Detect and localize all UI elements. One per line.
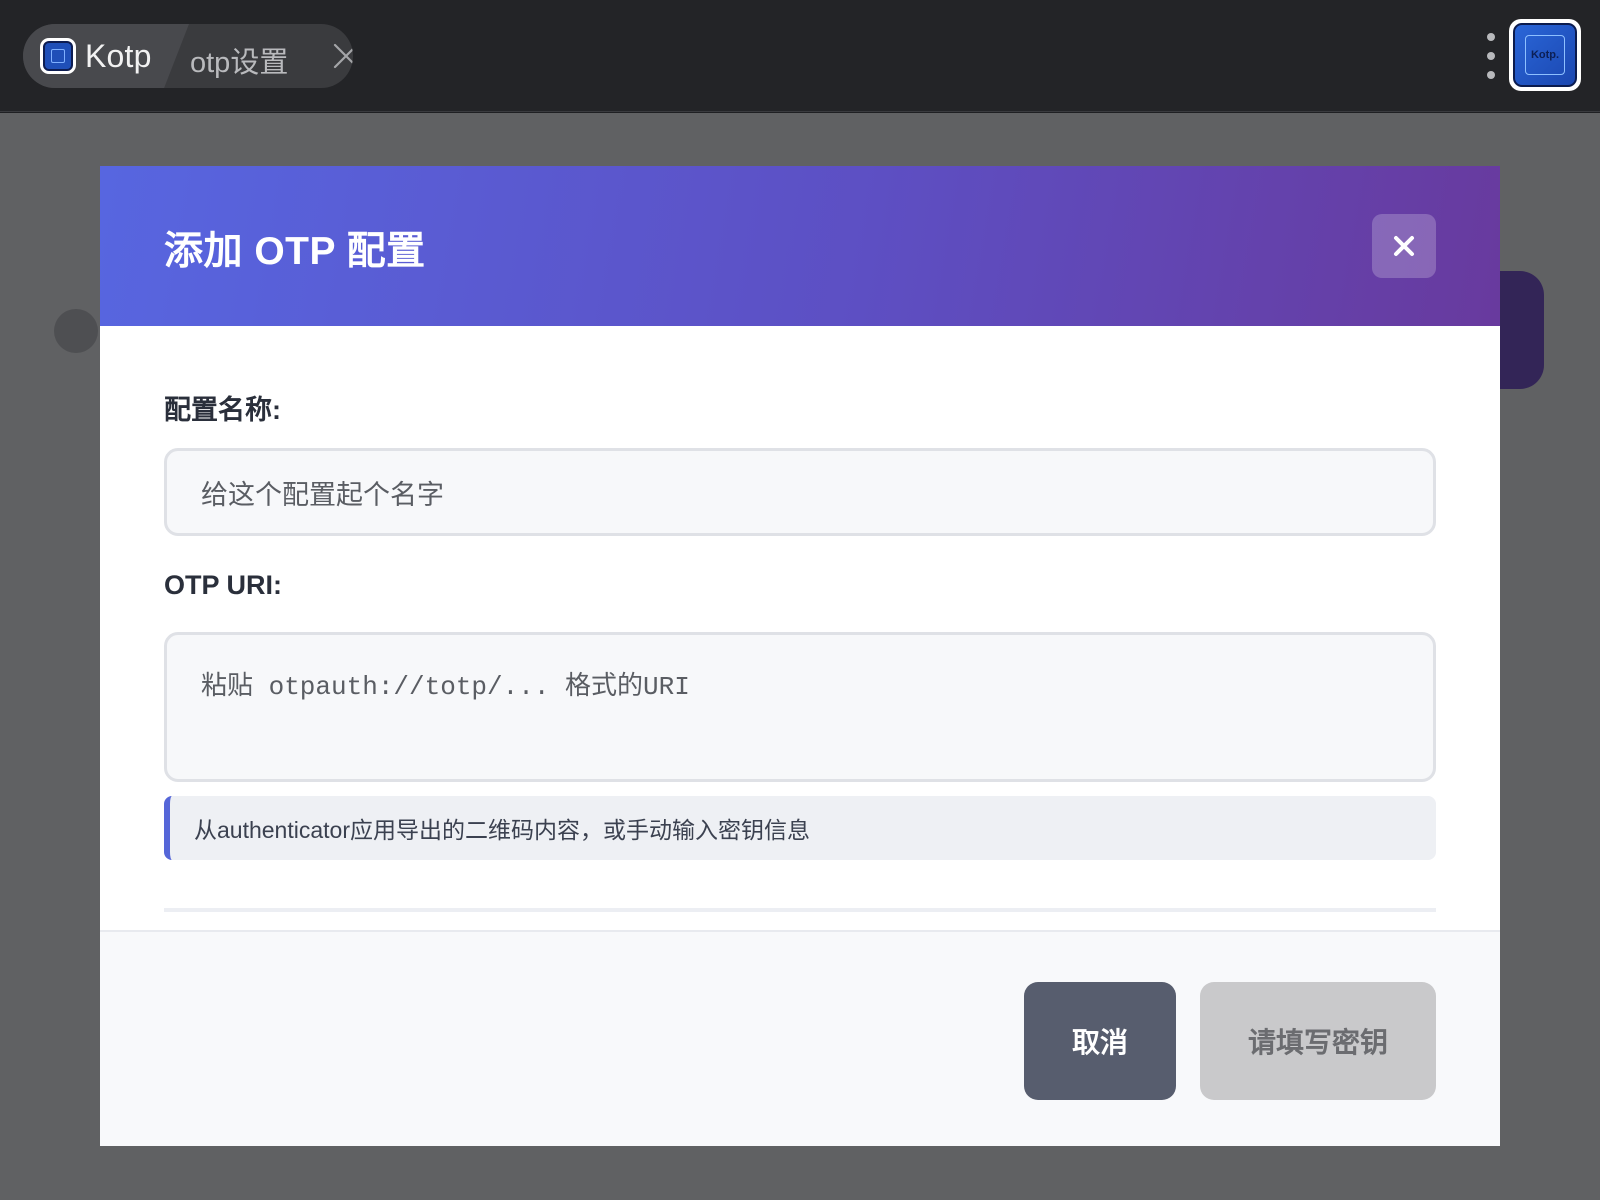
otp-uri-label: OTP URI: (164, 570, 283, 600)
tab-group: Kotp otp设置 (23, 24, 353, 88)
tab-close-icon[interactable] (332, 42, 353, 70)
dialog-header: 添加 OTP 配置 (100, 166, 1500, 326)
page-tab-label[interactable]: otp设置 (190, 39, 288, 81)
config-name-input[interactable]: 给这个配置起个名字 (164, 448, 1436, 536)
kotp-logo-icon (40, 38, 76, 74)
title-bar: Kotp otp设置 Kotp. (0, 0, 1600, 112)
app-tab[interactable]: Kotp (23, 24, 189, 88)
config-name-label: 配置名称: (164, 395, 281, 425)
cancel-button[interactable]: 取消 (1024, 982, 1176, 1100)
close-button[interactable] (1372, 214, 1436, 278)
uri-hint: 从authenticator应用导出的二维码内容，或手动输入密钥信息 (164, 796, 1436, 860)
app-avatar-icon[interactable]: Kotp. (1509, 19, 1581, 91)
otp-uri-textarea[interactable]: 粘贴 otpauth://totp/... 格式的URI (164, 632, 1436, 782)
app-tab-label: Kotp (85, 38, 152, 74)
add-otp-dialog: 添加 OTP 配置 配置名称: 给这个配置起个名字 OTP URI: 粘贴 ot… (100, 166, 1500, 1146)
background-avatar (54, 309, 98, 353)
form-divider (164, 908, 1436, 912)
otp-uri-placeholder: 粘贴 otpauth://totp/... 格式的URI (201, 672, 690, 702)
submit-button[interactable]: 请填写密钥 (1200, 982, 1436, 1100)
avatar-logo-text: Kotp. (1530, 49, 1560, 61)
uri-hint-text: 从authenticator应用导出的二维码内容，或手动输入密钥信息 (194, 817, 810, 843)
dialog-title: 添加 OTP 配置 (164, 230, 426, 273)
close-icon (1394, 236, 1414, 256)
config-name-placeholder: 给这个配置起个名字 (201, 479, 444, 510)
more-options-icon[interactable] (1486, 33, 1496, 79)
